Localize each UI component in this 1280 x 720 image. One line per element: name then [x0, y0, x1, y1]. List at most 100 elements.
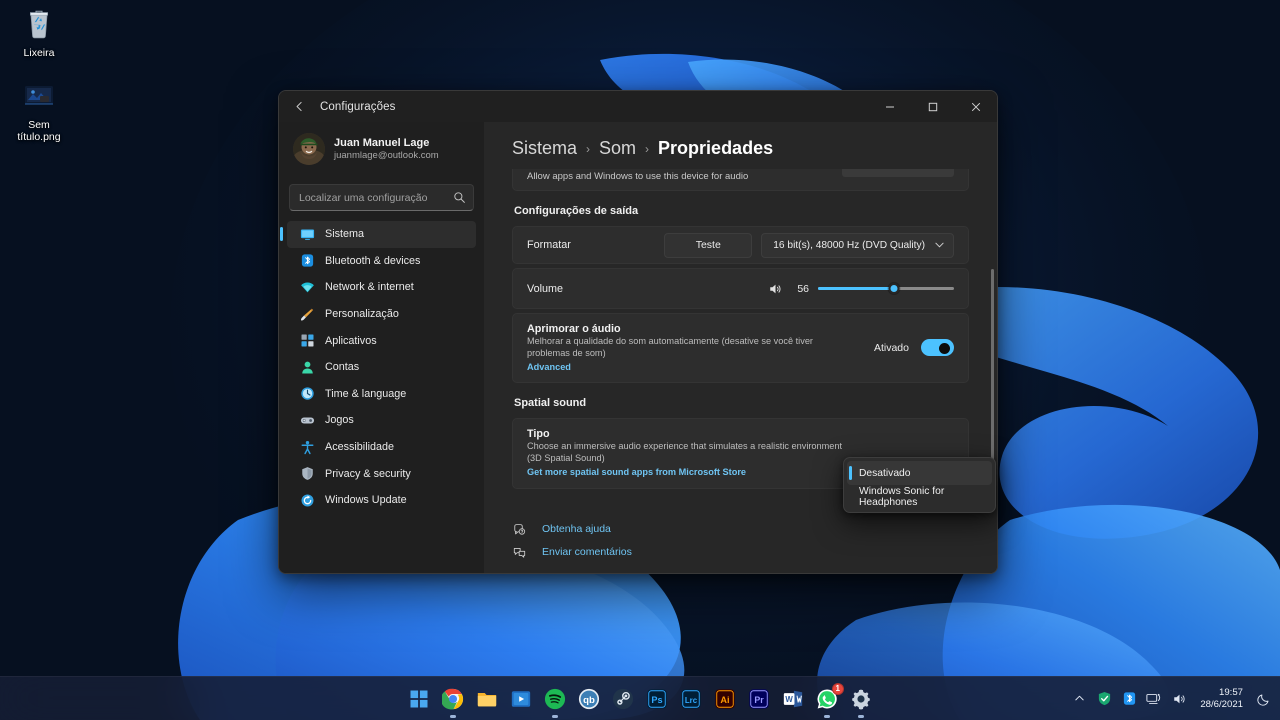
taskbar-app-media-player[interactable]: [509, 687, 533, 711]
maximize-icon: [928, 102, 937, 111]
sidebar-item-contas[interactable]: Contas: [287, 354, 476, 381]
dropdown-item-desativado[interactable]: Desativado: [847, 461, 992, 485]
running-indicator: [552, 715, 558, 718]
volume-slider[interactable]: [818, 280, 954, 297]
apps-icon: [300, 333, 315, 348]
svg-text:Ai: Ai: [720, 695, 729, 705]
gamepad-icon: [300, 413, 315, 428]
sidebar-item-label: Network & internet: [325, 281, 414, 294]
test-button[interactable]: Teste: [664, 232, 753, 258]
search-icon[interactable]: [451, 189, 468, 206]
clock-time: 19:57: [1218, 686, 1243, 698]
sidebar-item-acessibilidade[interactable]: Acessibilidade: [287, 434, 476, 461]
audio-permission-button[interactable]: [842, 169, 954, 177]
shield-check-icon[interactable]: [1096, 691, 1112, 707]
taskbar-app-chrome[interactable]: [441, 687, 465, 718]
back-arrow-icon: [296, 101, 302, 112]
display-icon: [300, 227, 315, 242]
get-help-link[interactable]: Obtenha ajuda: [512, 522, 997, 536]
search-input[interactable]: [289, 184, 474, 211]
window-titlebar: Configurações: [279, 91, 997, 122]
help-icon: [512, 522, 526, 536]
taskbar-start-button[interactable]: [407, 687, 431, 711]
minimize-button[interactable]: [868, 91, 911, 122]
taskbar-app-illustrator[interactable]: Ai: [713, 687, 737, 711]
breadcrumb-separator: ›: [586, 141, 591, 156]
svg-text:qb: qb: [583, 694, 595, 705]
close-icon: [971, 102, 980, 111]
enhance-description: Melhorar a qualidade do som automaticame…: [527, 336, 813, 358]
moon-icon[interactable]: [1256, 691, 1272, 707]
svg-text:Pr: Pr: [754, 695, 764, 705]
format-dropdown[interactable]: 16 bit(s), 48000 Hz (DVD Quality): [761, 232, 954, 258]
audio-permission-card[interactable]: Allow apps and Windows to use this devic…: [512, 169, 969, 191]
spatial-section-title: Spatial sound: [514, 397, 587, 409]
breadcrumb: Sistema › Som › Propriedades: [484, 122, 997, 169]
desktop-icon-image-file[interactable]: Sem título.png: [4, 78, 74, 143]
network-icon[interactable]: [1146, 691, 1162, 707]
taskbar-app-lightroom-classic[interactable]: Lrc: [679, 687, 703, 711]
sidebar-item-sistema[interactable]: Sistema: [280, 221, 476, 248]
taskbar-app-word[interactable]: W: [781, 687, 805, 711]
breadcrumb-som[interactable]: Som: [599, 138, 636, 159]
sidebar-item-time-language[interactable]: Time & language: [287, 381, 476, 408]
taskbar-app-premiere-pro[interactable]: Pr: [747, 687, 771, 711]
spatial-store-link[interactable]: Get more spatial sound apps from Microso…: [527, 467, 857, 477]
desktop-icon-label-line1: Sem: [28, 119, 50, 131]
format-value: 16 bit(s), 48000 Hz (DVD Quality): [773, 239, 925, 251]
taskbar-app-steam[interactable]: [611, 687, 635, 711]
taskbar-app-qbittorrent[interactable]: qb: [577, 687, 601, 711]
volume-icon[interactable]: [1171, 691, 1187, 707]
taskbar-app-whatsapp[interactable]: 1: [815, 682, 844, 718]
maximize-button[interactable]: [911, 91, 954, 122]
bluetooth-icon[interactable]: [1121, 691, 1137, 707]
taskbar-app-photoshop[interactable]: Ps: [645, 687, 669, 711]
wifi-icon: [300, 280, 315, 295]
desktop-icon-label-line2: título.png: [17, 131, 61, 143]
sidebar-item-label: Windows Update: [325, 494, 407, 507]
breadcrumb-propriedades: Propriedades: [658, 138, 774, 158]
avatar: [293, 133, 325, 165]
sidebar-item-personalizacao[interactable]: Personalização: [287, 301, 476, 328]
windows-logo-icon: [410, 690, 428, 707]
close-button[interactable]: [954, 91, 997, 122]
sidebar-item-network-internet[interactable]: Network & internet: [287, 274, 476, 301]
enhance-audio-toggle[interactable]: [921, 339, 954, 356]
back-button[interactable]: [284, 94, 314, 120]
sidebar-item-bluetooth-devices[interactable]: Bluetooth & devices: [287, 248, 476, 275]
profile-name: Juan Manuel Lage: [334, 137, 430, 149]
output-section-title: Configurações de saída: [514, 205, 639, 217]
illustrator-icon: Ai: [715, 688, 735, 709]
taskbar-app-settings[interactable]: [849, 687, 873, 718]
media-player-icon: [511, 690, 531, 707]
sidebar-item-jogos[interactable]: Jogos: [287, 407, 476, 434]
desktop-icon-recycle-bin[interactable]: Lixeira: [4, 6, 74, 59]
spatial-description: Choose an immersive audio experience tha…: [527, 441, 843, 463]
chevron-up-icon[interactable]: [1071, 691, 1087, 707]
dropdown-item-label: Windows Sonic for Headphones: [859, 486, 945, 508]
dropdown-item-windows-sonic[interactable]: Windows Sonic for Headphones: [847, 485, 992, 509]
sidebar-item-label: Acessibilidade: [325, 441, 395, 454]
whatsapp-notification-badge: 1: [831, 682, 844, 695]
desktop-icon-label: Lixeira: [23, 47, 55, 59]
footer-links: Obtenha ajuda Enviar comentários: [484, 514, 997, 573]
sidebar-item-windows-update[interactable]: Windows Update: [287, 487, 476, 514]
sidebar-item-privacy-security[interactable]: Privacy & security: [287, 460, 476, 487]
steam-icon: [612, 688, 634, 709]
spatial-sound-dropdown-flyout: Desativado Windows Sonic for Headphones: [843, 457, 996, 513]
advanced-link[interactable]: Advanced: [527, 362, 857, 372]
breadcrumb-sistema[interactable]: Sistema: [512, 138, 577, 159]
taskbar-app-spotify[interactable]: [543, 687, 567, 718]
speaker-icon[interactable]: [768, 282, 783, 296]
chevron-down-icon: [935, 240, 944, 250]
breadcrumb-separator: ›: [645, 141, 650, 156]
taskbar-clock[interactable]: 19:57 28/6/2021: [1200, 687, 1243, 711]
taskbar-app-file-explorer[interactable]: [475, 687, 499, 711]
user-profile[interactable]: Juan Manuel Lage juanmlage@outlook.com: [287, 122, 476, 170]
send-feedback-link[interactable]: Enviar comentários: [512, 545, 997, 559]
enhance-audio-card: Aprimorar o áudio Melhorar a qualidade d…: [512, 313, 969, 383]
slider-thumb[interactable]: [888, 283, 900, 294]
volume-row: Volume 56: [513, 269, 968, 308]
sidebar-item-label: Sistema: [325, 228, 365, 241]
sidebar-item-aplicativos[interactable]: Aplicativos: [287, 327, 476, 354]
